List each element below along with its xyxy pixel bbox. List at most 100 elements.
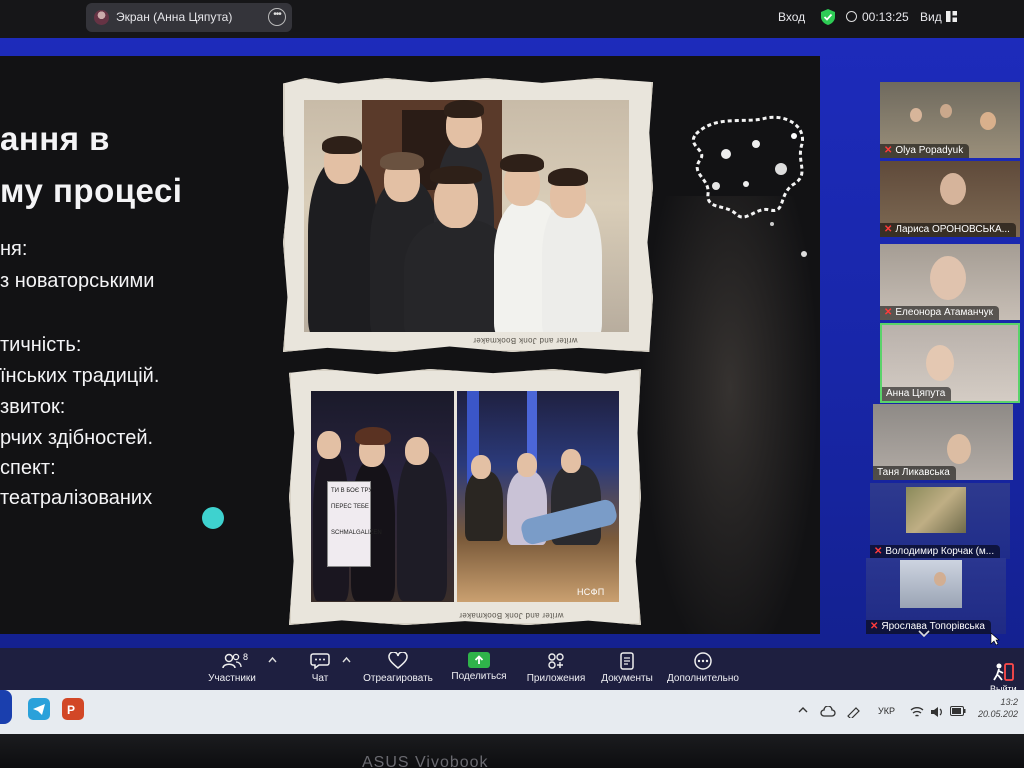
participants-button[interactable]: Участники — [204, 652, 260, 684]
taskbar-time: 13:2 — [1000, 697, 1018, 707]
actor-figure — [542, 200, 602, 332]
grid-view-icon[interactable] — [946, 11, 957, 22]
meeting-timer: 00:13:25 — [862, 10, 909, 24]
participant-name-text: Анна Цяпута — [886, 388, 946, 399]
chat-icon — [310, 653, 330, 670]
caret-up-icon[interactable] — [268, 656, 277, 664]
meeting-toolbar: Участники 8 Чат Отреагировать Поделиться… — [0, 648, 1024, 696]
muted-mic-icon: ✕ — [884, 224, 893, 235]
actor-hair — [355, 427, 391, 445]
tray-chevron-up-icon[interactable] — [798, 706, 808, 714]
chat-button[interactable]: Чат — [300, 652, 340, 684]
participants-icon — [222, 653, 242, 669]
participant-tile[interactable]: ✕ Лариса ОРОНОВСЬКА... — [880, 161, 1020, 237]
photo-caption: writer and Jonk Bookmaker — [459, 611, 564, 620]
login-button[interactable]: Вход — [778, 10, 805, 24]
slide-text-line: театралізованих — [0, 487, 153, 509]
participant-tile[interactable]: ✕ Olya Popadyuk — [880, 82, 1020, 158]
slide-text-line: ня: — [0, 238, 28, 260]
photo-watermark: НСФП — [577, 587, 605, 597]
share-screen-button[interactable]: Поделиться — [448, 652, 510, 682]
wifi-icon[interactable] — [910, 706, 924, 718]
documents-label: Документы — [601, 673, 653, 684]
slide-text-line: їнських традицій. — [0, 365, 160, 387]
participant-tile[interactable]: Таня Ликавська — [873, 404, 1013, 480]
taskbar-app-partial[interactable] — [0, 690, 12, 724]
slide-title-line-1: ання в — [0, 120, 110, 157]
photo-caption: writer and Jonk Bookmaker — [473, 336, 578, 345]
sign-text: SCHMALGALIZEN — [331, 530, 382, 536]
slide-text-line: спект: — [0, 457, 56, 479]
participant-face — [910, 108, 922, 122]
sign-text: ПЕРЕС ТЕБЕ — [331, 504, 369, 510]
svg-text:P: P — [67, 703, 75, 717]
more-options-icon[interactable]: ••• — [268, 8, 286, 26]
actor-figure — [465, 471, 503, 541]
slide-text-line: з новаторськими — [0, 270, 155, 292]
presenter-avatar — [94, 10, 109, 25]
participant-face — [940, 104, 952, 118]
actor-figure — [397, 451, 447, 601]
more-label: Дополнительно — [667, 673, 739, 684]
slide-title-line-2: му процесі — [0, 172, 183, 209]
cloud-icon[interactable] — [820, 706, 836, 718]
participant-name: ✕ Елеонора Атаманчук — [880, 306, 1000, 320]
participant-name-text: Лариса ОРОНОВСЬКА... — [895, 224, 1010, 235]
participant-tile[interactable]: ✕ Володимир Корчак (м... — [870, 483, 1010, 559]
share-label: Поделиться — [451, 671, 507, 682]
actor-hair — [500, 154, 544, 172]
apps-label: Приложения — [526, 673, 586, 684]
clock-icon — [846, 11, 857, 22]
slide-text-line: тичність: — [0, 334, 82, 356]
participant-tile[interactable]: ✕ Ярослава Топорівська — [866, 558, 1006, 634]
participant-tile-active-speaker[interactable]: Анна Цяпута — [880, 323, 1020, 403]
documents-button[interactable]: Документы — [598, 652, 656, 684]
react-button[interactable]: Отреагировать — [362, 652, 434, 684]
participant-face — [980, 112, 996, 130]
participant-tile[interactable]: ✕ Елеонора Атаманчук — [880, 244, 1020, 320]
participant-video-thumbnail — [906, 487, 966, 533]
chevron-down-icon[interactable] — [917, 629, 931, 639]
actor-face — [405, 437, 429, 465]
caret-up-icon[interactable] — [342, 656, 351, 664]
view-button[interactable]: Вид — [920, 10, 942, 24]
participants-label: Участники — [208, 673, 256, 684]
participant-name: ✕ Лариса ОРОНОВСЬКА... — [880, 223, 1016, 237]
participant-face — [947, 434, 971, 464]
telegram-icon[interactable] — [28, 698, 50, 720]
actor-hair — [322, 136, 362, 154]
participant-face — [926, 345, 954, 381]
shield-check-icon[interactable] — [820, 8, 836, 26]
powerpoint-icon[interactable]: P — [62, 698, 84, 720]
actor-hair — [548, 168, 588, 186]
apps-button[interactable]: Приложения — [524, 652, 588, 684]
actor-face — [561, 449, 581, 473]
slide-text-line: рчих здібностей. — [0, 427, 154, 449]
taskbar-clock[interactable]: 13:2 20.05.202 — [978, 696, 1018, 720]
chat-label: Чат — [311, 673, 329, 684]
pen-icon[interactable] — [846, 706, 862, 718]
screen-share-tab[interactable]: Экран (Анна Цяпута) ••• — [86, 3, 292, 32]
photo-frame-performance: ТИ В БОЄ ТРУ ПЕРЕС ТЕБЕ SCHMALGALIZEN НС… — [289, 369, 641, 625]
laptop-bezel — [0, 734, 1024, 768]
actor-face — [471, 455, 491, 479]
photo-frame-actors: writer and Jonk Bookmaker — [283, 78, 653, 352]
input-language[interactable]: УКР — [878, 706, 895, 716]
protest-sign: ТИ В БОЄ ТРУ ПЕРЕС ТЕБЕ SCHMALGALIZEN — [327, 481, 382, 567]
battery-icon[interactable] — [950, 706, 966, 716]
actor-figure — [308, 160, 378, 332]
actor-face — [317, 431, 341, 459]
share-screen-icon — [468, 652, 490, 668]
muted-mic-icon: ✕ — [870, 621, 879, 632]
apps-icon — [548, 653, 564, 669]
actor-hair — [430, 166, 482, 184]
participant-name-text: Olya Popadyuk — [895, 145, 964, 156]
muted-mic-icon: ✕ — [884, 145, 893, 156]
more-button[interactable]: Дополнительно — [664, 652, 742, 684]
taskbar-date: 20.05.202 — [977, 709, 1018, 719]
participants-count-badge: 8 — [243, 652, 249, 662]
participant-name: ✕ Olya Popadyuk — [880, 144, 970, 158]
slide-text-line: звиток: — [0, 396, 66, 418]
volume-icon[interactable] — [930, 706, 944, 718]
muted-mic-icon: ✕ — [884, 307, 893, 318]
